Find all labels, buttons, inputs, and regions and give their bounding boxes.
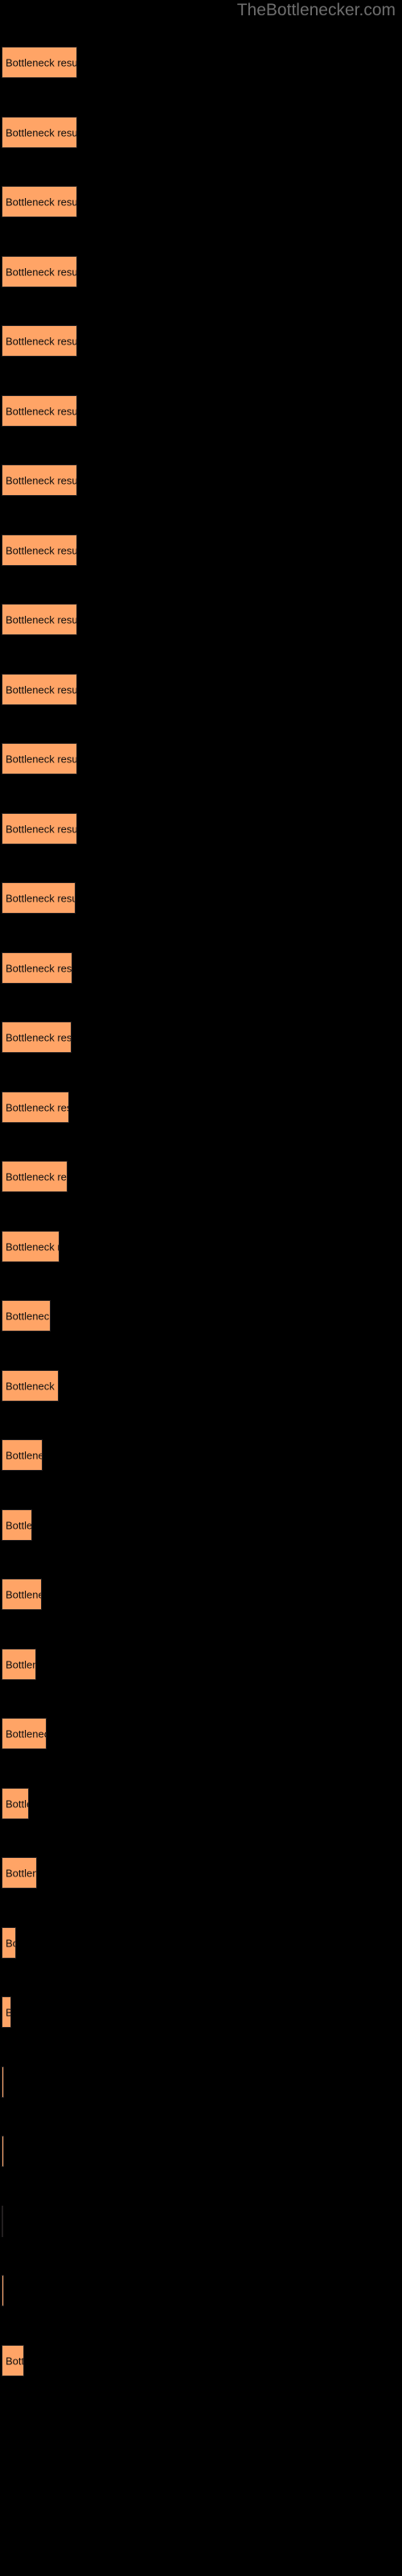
bar-label: Bottleneck result [6, 1241, 59, 1253]
bar-label: Bottleneck result [6, 613, 77, 625]
bottleneck-result-bar[interactable]: Bottleneck result [2, 1579, 42, 1610]
bottleneck-result-bar[interactable]: Bottleneck result [2, 464, 77, 496]
bar-label: Bottleneck result [6, 1798, 28, 1810]
bar-label: Bottleneck result [6, 753, 77, 765]
bottleneck-result-bar[interactable]: Bottleneck result [2, 674, 77, 705]
bottleneck-result-bar[interactable]: Bottleneck result [2, 1439, 43, 1471]
bar-label: Bottleneck result [6, 1588, 41, 1600]
bottleneck-result-bar[interactable]: Bottleneck result [2, 813, 77, 844]
bottleneck-result-bar[interactable]: Bottleneck result [2, 117, 77, 148]
bar-label: Bottleneck result [6, 823, 77, 835]
bottleneck-result-bar[interactable]: Bottleneck result [2, 1788, 29, 1819]
bar-label: Bottleneck result [6, 1170, 67, 1183]
bottleneck-result-bar[interactable]: Bottleneck result [2, 1300, 51, 1331]
bottleneck-result-bar[interactable]: Bottleneck result [2, 1231, 59, 1262]
bar-label: Bottleneck result [6, 1658, 35, 1670]
bar-label: Bottleneck result [6, 1031, 72, 1043]
bar-label: Bottleneck result [6, 56, 77, 68]
bar-label: Bottleneck result [6, 126, 77, 138]
bottleneck-result-bar[interactable]: Bottleneck result [2, 2136, 4, 2167]
bottleneck-result-bar[interactable]: Bottleneck result [2, 1161, 68, 1192]
bottleneck-result-bar[interactable]: Bottleneck result [2, 1370, 59, 1402]
bar-label: Bottleneck result [6, 196, 77, 208]
bottleneck-result-bar[interactable]: Bottleneck result [2, 2066, 4, 2098]
bar-label: Bottleneck result [6, 962, 72, 974]
bottleneck-result-bar[interactable]: Bottleneck result [2, 1092, 69, 1123]
bar-label: Bottleneck result [6, 1867, 36, 1879]
bottleneck-result-bar[interactable]: Bottleneck result [2, 743, 77, 774]
bottleneck-result-bar[interactable]: Bottleneck result [2, 1022, 72, 1053]
bottleneck-result-bar[interactable]: Bottleneck result [2, 2275, 4, 2306]
bar-label: Bottleneck result [6, 405, 77, 417]
bar-label: Bottleneck result [6, 1728, 46, 1740]
bar-label: Bottleneck result [6, 1310, 51, 1322]
bottleneck-result-bar[interactable]: Bottleneck result [2, 1927, 16, 1959]
bottleneck-result-bar[interactable]: Bottleneck result [2, 395, 77, 427]
bottleneck-result-bar[interactable]: Bottleneck result [2, 604, 77, 635]
bottleneck-result-bar[interactable]: Bottleneck result [2, 1857, 37, 1889]
bar-label: Bottleneck result [6, 335, 77, 347]
bottleneck-result-bar[interactable]: Bottleneck result [2, 325, 77, 357]
bottleneck-result-bar[interactable]: Bottleneck result [2, 1718, 47, 1749]
bar-label: Bottleneck result [6, 544, 77, 556]
bar-label: Bottleneck result [6, 2355, 24, 2367]
bottleneck-result-bar[interactable]: Bottleneck result [2, 1996, 11, 2028]
bottleneck-result-bar[interactable]: Bottleneck result [2, 256, 77, 287]
bottleneck-result-bar[interactable]: Bottleneck result [2, 952, 72, 984]
bottleneck-result-bar[interactable]: Bottleneck result [2, 535, 77, 566]
bar-label: Bottleneck result [6, 1380, 58, 1392]
bottleneck-result-bar[interactable]: Bottleneck result [2, 882, 76, 914]
bar-label: Bottleneck result [6, 474, 77, 486]
bar-label: Bottleneck result [6, 1449, 42, 1461]
bar-label: Bottleneck result [6, 1519, 32, 1531]
bar-label: Bottleneck result [6, 892, 76, 904]
bottleneck-result-bar[interactable]: Bottleneck result [2, 1509, 32, 1541]
bar-label: Bottleneck result [6, 266, 77, 278]
bottleneck-result-bar[interactable]: Bottleneck result [2, 47, 77, 78]
bar-label: Bottleneck result [6, 1101, 68, 1113]
bar-label: Bottleneck result [6, 683, 77, 696]
bar-label: Bottleneck result [6, 1937, 15, 1949]
bottleneck-result-bar[interactable]: Bottleneck result [2, 1649, 36, 1680]
bottleneck-result-bar[interactable]: Bottleneck result [2, 186, 77, 217]
bottleneck-result-bar[interactable]: Bottleneck result [2, 2206, 3, 2237]
bottleneck-result-bar[interactable]: Bottleneck result [2, 2345, 24, 2376]
bottleneck-bar-chart: Bottleneck result Bottleneck result Bottle… [0, 0, 402, 2576]
bar-label: Bottleneck result [6, 2006, 10, 2018]
